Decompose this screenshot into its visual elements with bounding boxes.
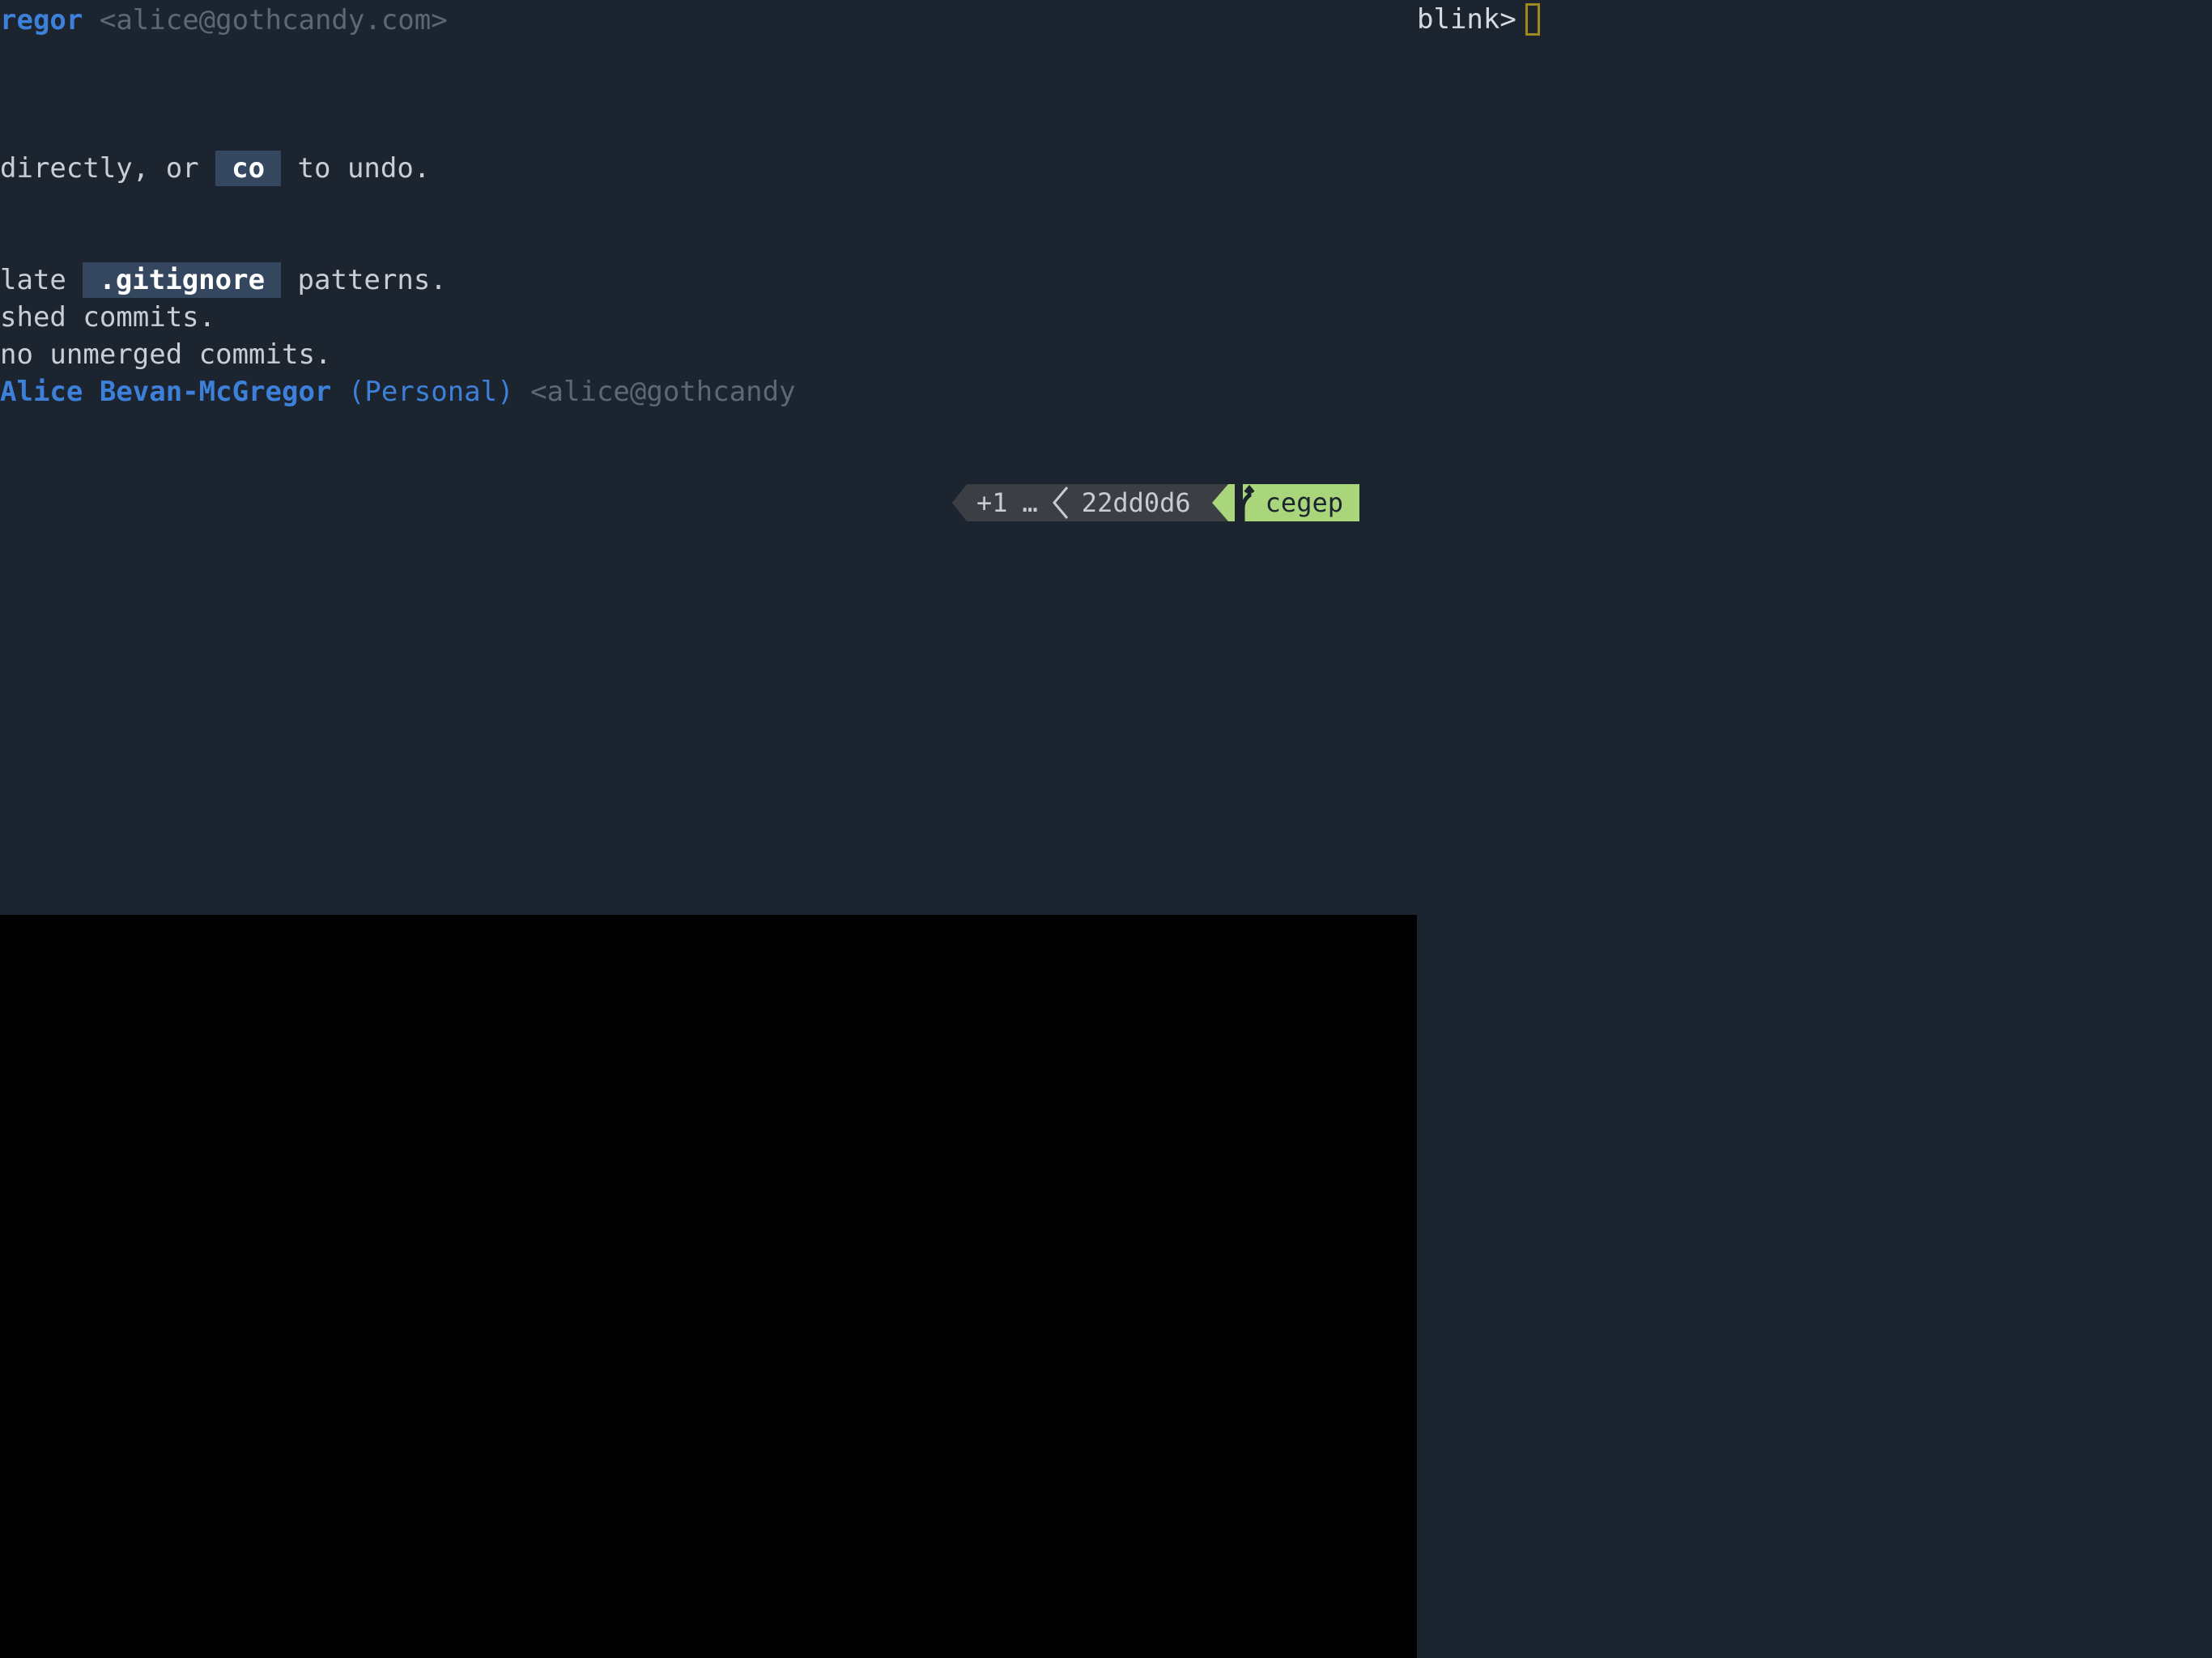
pushed-commits-line: shed commits. <box>0 301 216 334</box>
chevron-left-icon <box>1052 487 1068 519</box>
author-name: regor <box>0 4 83 36</box>
ahead-ellipsis: … <box>1022 487 1038 518</box>
author-line: regor <alice@gothcandy.com> <box>0 2 448 39</box>
black-pane[interactable] <box>0 915 1417 1658</box>
gitignore-prefix: late <box>0 264 83 296</box>
undo-hint-line: directly, or co to undo. <box>0 150 430 187</box>
statusline-left-tip <box>952 484 967 521</box>
gitignore-suffix: patterns. <box>281 264 447 296</box>
text-cursor[interactable] <box>1525 3 1540 36</box>
identity-context: (Personal) <box>347 376 514 408</box>
identity-email: <alice@gothcandy <box>530 376 796 408</box>
identity-name: Alice Bevan-McGregor <box>0 376 332 408</box>
statusline-green-tip <box>1211 484 1228 521</box>
author-email: <alice@gothcandy.com> <box>99 4 448 36</box>
gitignore-chip: .gitignore <box>83 262 282 298</box>
ahead-segment: +1 … 22dd0d6 <box>967 484 1212 521</box>
git-statusline: +1 … 22dd0d6 cegep <box>952 484 1359 521</box>
commit-hash: 22dd0d6 <box>1081 487 1191 518</box>
terminal-screen[interactable]: regor <alice@gothcandy.com> directly, or… <box>0 0 2212 1658</box>
unmerged-commits-line: no unmerged commits. <box>0 338 332 371</box>
blink-prompt: blink> <box>1417 3 1516 36</box>
git-branch-icon <box>1234 484 1255 521</box>
branch-segment: cegep <box>1227 484 1359 521</box>
undo-hint-suffix: to undo. <box>281 152 431 185</box>
branch-name: cegep <box>1265 487 1343 518</box>
identity-line: Alice Bevan-McGregor (Personal) <alice@g… <box>0 373 796 410</box>
ahead-count: +1 <box>976 487 1008 518</box>
undo-command-chip: co <box>215 151 282 186</box>
undo-hint-prefix: directly, or <box>0 152 216 185</box>
gitignore-line: late .gitignore patterns. <box>0 261 447 299</box>
